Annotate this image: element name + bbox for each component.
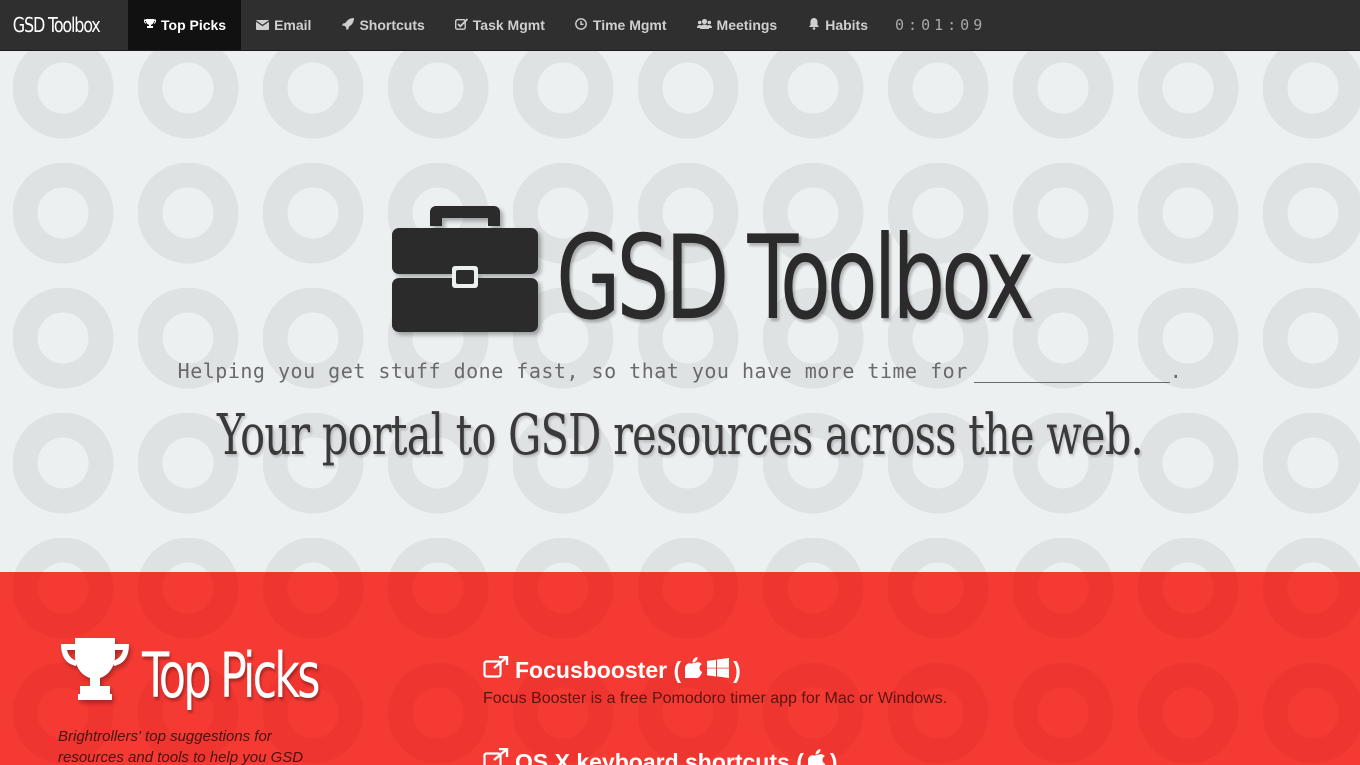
tagline-period: . — [1169, 359, 1183, 383]
nav-item-email[interactable]: Email — [241, 0, 326, 50]
pick-title: OS X keyboard shortcuts — [515, 748, 790, 765]
nav-item-task-mgmt[interactable]: Task Mgmt — [440, 0, 560, 50]
hero-title: GSD Toolbox — [556, 211, 1035, 346]
pick-item: Focusbooster ( ) Focus Booster is a free… — [483, 655, 948, 708]
clock-icon — [575, 17, 588, 33]
pick-item: OS X keyboard shortcuts ( ) — [483, 747, 838, 765]
checkbox-icon — [454, 17, 468, 33]
envelope-icon — [255, 18, 270, 33]
trophy-icon — [58, 636, 132, 707]
pick-title-link[interactable]: Focusbooster ( ) — [483, 655, 947, 684]
top-picks-section: Top Picks Brightrollers' top suggestions… — [0, 572, 1360, 765]
hero-section: GSD Toolbox Helping you get stuff done f… — [0, 51, 1360, 572]
windows-icon — [707, 657, 730, 684]
pick-description: Focus Booster is a free Pomodoro timer a… — [483, 690, 948, 707]
nav-item-time-mgmt[interactable]: Time Mgmt — [560, 0, 682, 50]
session-timer: 0:01:09 — [895, 16, 987, 34]
nav-label: Time Mgmt — [592, 17, 667, 33]
tagline-blank — [973, 362, 1170, 383]
users-icon — [696, 18, 712, 33]
nav-item-top-picks[interactable]: Top Picks — [128, 0, 242, 50]
top-picks-heading: Top Picks — [58, 636, 386, 707]
external-link-icon — [483, 747, 509, 765]
nav-label: Email — [274, 17, 312, 33]
top-navbar: GSD Toolbox Top Picks Email Shortcuts Ta… — [0, 0, 1360, 51]
nav-item-meetings[interactable]: Meetings — [682, 0, 793, 50]
nav-item-habits[interactable]: Habits — [792, 0, 883, 50]
nav-label: Habits — [825, 17, 869, 33]
trophy-icon — [143, 18, 156, 33]
tagline-text: Helping you get stuff done fast, so that… — [177, 359, 968, 383]
briefcase-icon — [392, 206, 538, 337]
hero-logo: GSD Toolbox — [392, 206, 1215, 337]
bell-icon — [807, 17, 820, 33]
nav-label: Meetings — [716, 17, 778, 33]
top-picks-description: Brightrollers' top suggestions for resou… — [58, 728, 304, 765]
nav-label: Shortcuts — [359, 17, 425, 33]
hero-portal-heading: Your portal to GSD resources across the … — [217, 403, 1144, 468]
pick-title-link[interactable]: OS X keyboard shortcuts ( ) — [483, 747, 838, 765]
nav-label: Top Picks — [161, 17, 227, 33]
nav-label: Task Mgmt — [472, 17, 545, 33]
pick-title: Focusbooster — [515, 656, 668, 683]
nav-item-shortcuts[interactable]: Shortcuts — [326, 0, 439, 50]
apple-icon — [807, 748, 826, 765]
top-picks-title: Top Picks — [142, 639, 320, 712]
rocket-icon — [341, 17, 354, 33]
hero-tagline: Helping you get stuff done fast, so that… — [0, 359, 1360, 383]
external-link-icon — [483, 655, 509, 684]
navbar-brand[interactable]: GSD Toolbox — [0, 0, 102, 50]
apple-icon — [683, 656, 703, 684]
